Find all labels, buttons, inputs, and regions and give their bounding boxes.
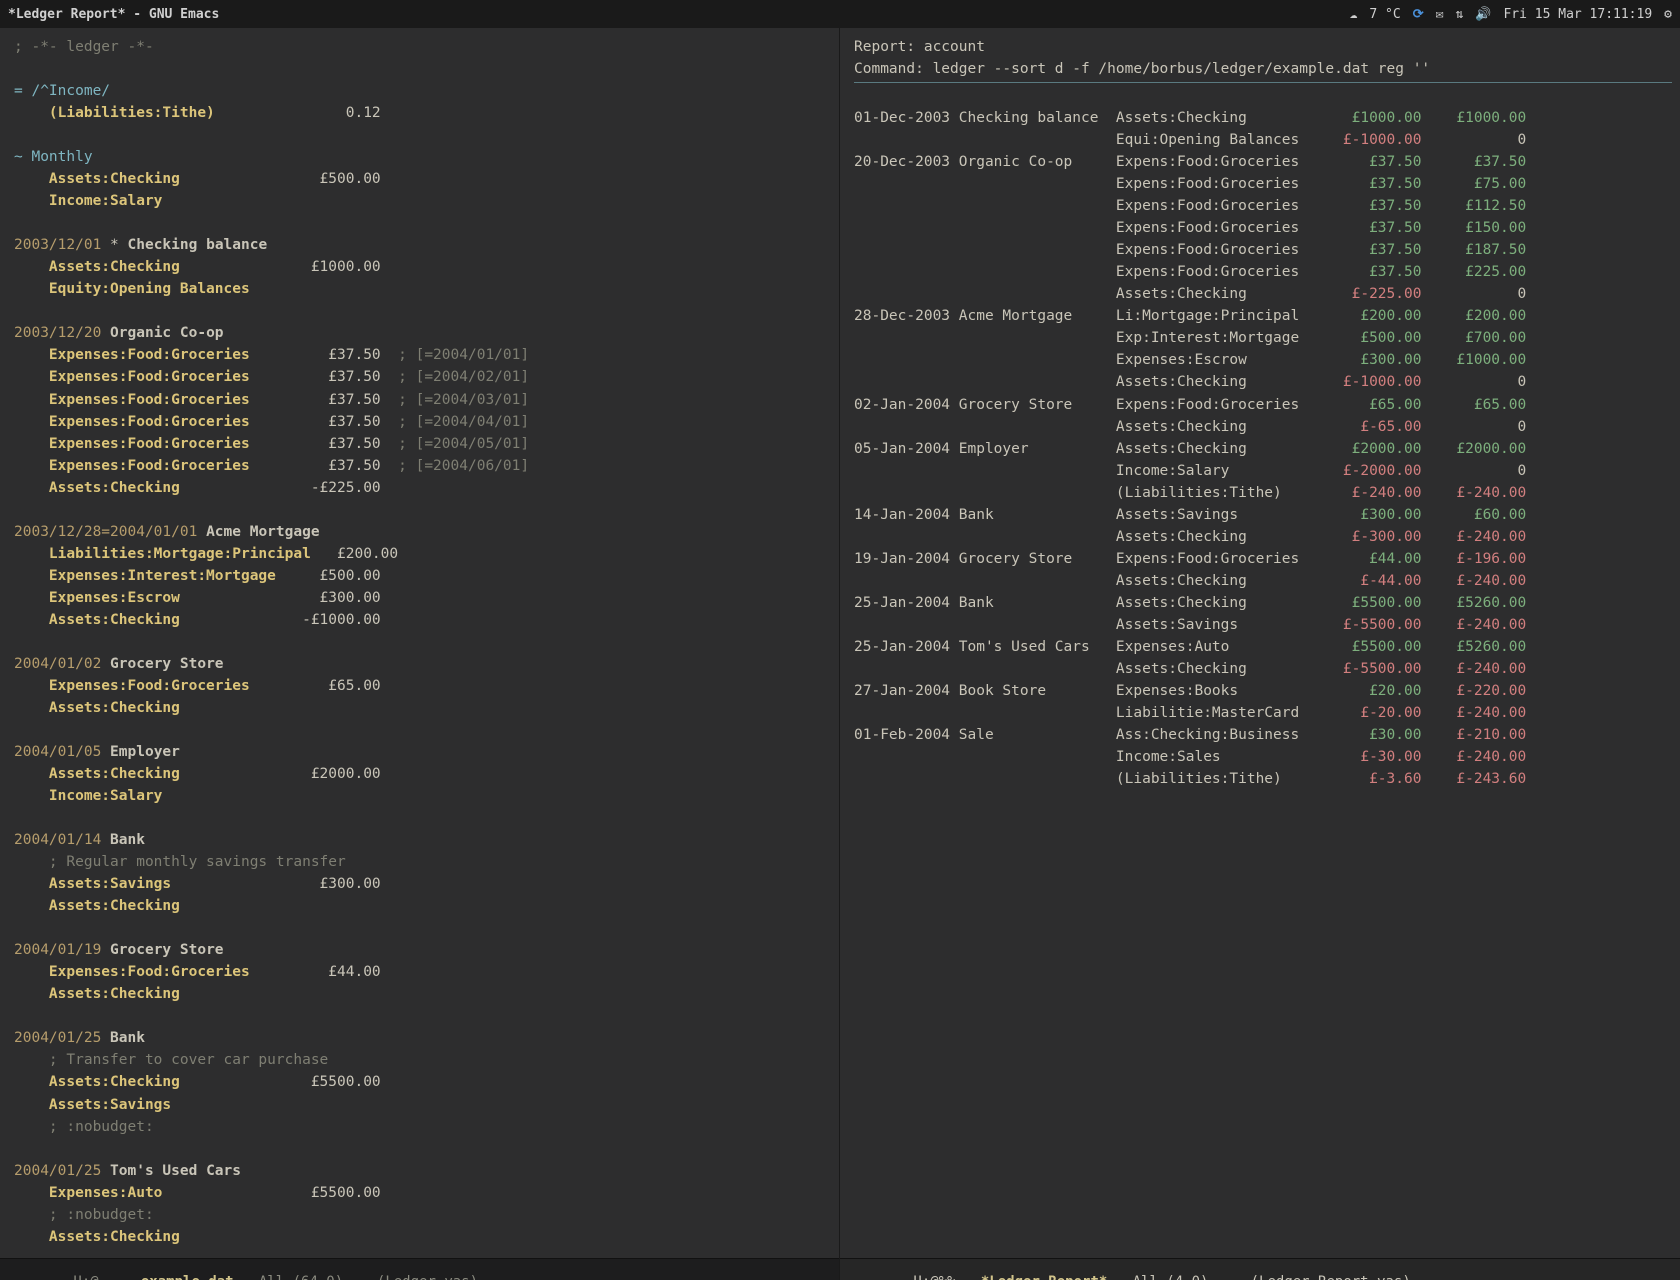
- right-window[interactable]: Report: account Command: ledger --sort d…: [840, 28, 1680, 1280]
- source-buffer[interactable]: ; -*- ledger -*- = /^Income/ (Liabilitie…: [0, 28, 839, 1258]
- window-title: *Ledger Report* - GNU Emacs: [8, 8, 219, 21]
- modeline-right-buffer: *Ledger Report*: [981, 1274, 1107, 1280]
- left-window[interactable]: ; -*- ledger -*- = /^Income/ (Liabilitie…: [0, 28, 840, 1280]
- emacs-frame: ; -*- ledger -*- = /^Income/ (Liabilitie…: [0, 28, 1680, 1280]
- modeline-left-buffer: example.dat: [141, 1274, 234, 1280]
- weather-icon: ☁: [1350, 8, 1358, 21]
- modeline-left: --U:@--- example.dat All (64,0) (Ledger …: [0, 1258, 839, 1280]
- desktop-panel: *Ledger Report* - GNU Emacs ☁ 7 °C ⟳ ✉ ⇅…: [0, 0, 1680, 28]
- weather-text: 7 °C: [1369, 8, 1400, 21]
- system-tray: ☁ 7 °C ⟳ ✉ ⇅ 🔊 Fri 15 Mar 17:11:19 ⚙: [1350, 8, 1672, 21]
- volume-icon[interactable]: 🔊: [1475, 8, 1491, 21]
- mail-icon[interactable]: ✉: [1436, 8, 1444, 21]
- refresh-icon[interactable]: ⟳: [1413, 8, 1424, 21]
- settings-gear-icon[interactable]: ⚙: [1664, 8, 1672, 21]
- modeline-right: --U:@%%- *Ledger Report* All (4,0) (Ledg…: [840, 1258, 1680, 1280]
- report-buffer[interactable]: Report: account Command: ledger --sort d…: [840, 28, 1680, 1258]
- clock: Fri 15 Mar 17:11:19: [1503, 8, 1652, 21]
- network-icon[interactable]: ⇅: [1455, 8, 1463, 21]
- report-separator: [854, 82, 1672, 83]
